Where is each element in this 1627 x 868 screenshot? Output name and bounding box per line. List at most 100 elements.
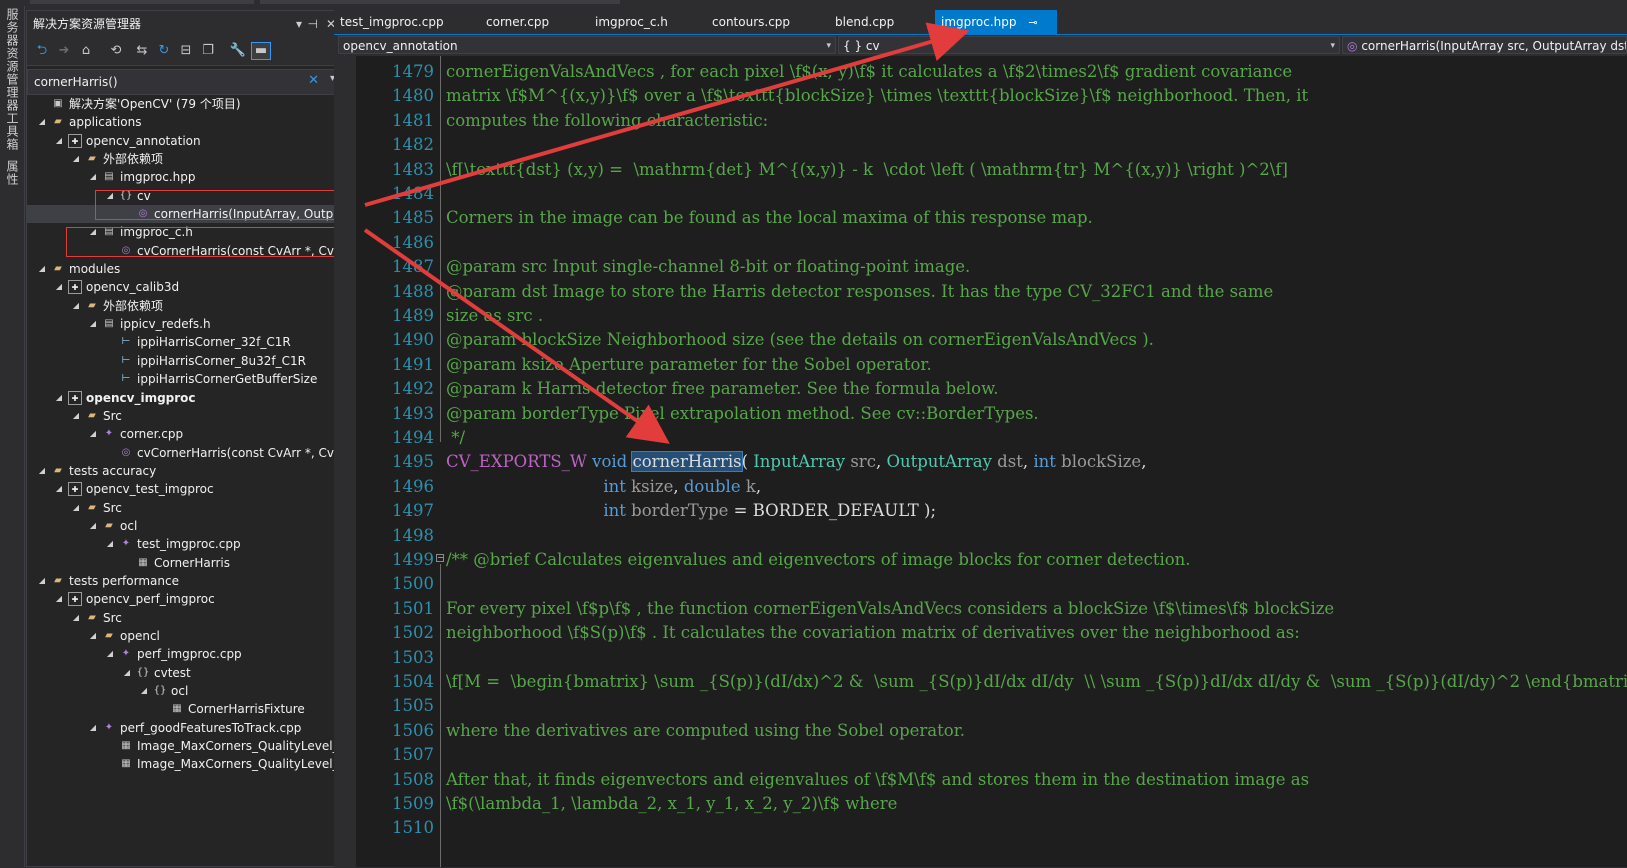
window-position-dropdown-icon[interactable]: ▾ bbox=[296, 11, 302, 37]
tree-item[interactable]: ▦ CornerHarris bbox=[27, 554, 344, 572]
tab-blend-cpp[interactable]: blend.cpp bbox=[835, 10, 894, 34]
collapse-all-icon[interactable]: ⊟ bbox=[177, 42, 195, 60]
expand-arrow-icon[interactable]: ◢ bbox=[88, 627, 98, 645]
expand-arrow-icon[interactable]: ◢ bbox=[88, 425, 98, 443]
tree-item[interactable]: ◢ ▰ Src bbox=[27, 499, 344, 517]
history-icon[interactable]: ⟲ bbox=[107, 42, 125, 60]
code-line: 1496 int ksize, double k, bbox=[334, 475, 1627, 499]
tab-test-imgproc-cpp[interactable]: test_imgproc.cpp bbox=[340, 10, 444, 34]
expand-arrow-icon[interactable]: ◢ bbox=[37, 462, 47, 480]
expand-arrow-icon[interactable]: ◢ bbox=[122, 664, 132, 682]
tree-item[interactable]: ▦ Image_MaxCorners_QualityLevel_MinDistan… bbox=[27, 755, 344, 773]
properties-icon[interactable]: 🔧 bbox=[229, 42, 247, 60]
tree-item[interactable]: ◢ ▰ tests performance bbox=[27, 572, 344, 590]
tree-item[interactable]: ⊢ ippiHarrisCorner_8u32f_C1R bbox=[27, 352, 344, 370]
side-tab-server-explorer[interactable]: 服务器资源管理器 bbox=[4, 8, 21, 112]
tree-item[interactable]: ◢ ▰ 外部依赖项 bbox=[27, 297, 344, 315]
tree-item[interactable]: ◢ ▤ ippicv_redefs.h bbox=[27, 315, 344, 333]
expand-arrow-icon[interactable]: ◢ bbox=[54, 132, 64, 150]
expand-arrow-icon[interactable]: ◢ bbox=[71, 297, 81, 315]
expand-arrow-icon[interactable]: ◢ bbox=[88, 719, 98, 737]
expand-arrow-icon[interactable]: ◢ bbox=[71, 499, 81, 517]
tree-item-label: ippiHarrisCorner_32f_C1R bbox=[137, 335, 291, 350]
tree-item[interactable]: ◢ ✦ perf_goodFeaturesToTrack.cpp bbox=[27, 719, 344, 737]
tree-item[interactable]: ◢ ✚ opencv_test_imgproc bbox=[27, 480, 344, 498]
tree-item[interactable]: ◢ ✦ test_imgproc.cpp bbox=[27, 535, 344, 553]
side-tab-properties[interactable]: 属性 bbox=[4, 160, 21, 186]
forward-icon[interactable]: ➜ bbox=[55, 42, 73, 60]
scope-dropdown[interactable]: { } cv ▾ bbox=[838, 36, 1340, 54]
refresh-icon[interactable]: ↻ bbox=[155, 42, 173, 60]
tree-item[interactable]: ⊢ ippiHarrisCorner_32f_C1R bbox=[27, 333, 344, 351]
tab-corner-cpp[interactable]: corner.cpp bbox=[486, 10, 549, 34]
code-line: 1508 After that, it finds eigenvectors an… bbox=[334, 768, 1627, 792]
tree-item[interactable]: ◢ ▰ modules bbox=[27, 260, 344, 278]
code-token: cornerEigenValsAndVecs , for each pixel … bbox=[446, 62, 1293, 81]
tree-item[interactable]: ◢ ▰ applications bbox=[27, 113, 344, 131]
tree-item[interactable]: ◢ {} ocl bbox=[27, 682, 344, 700]
expand-arrow-icon[interactable]: ◢ bbox=[88, 517, 98, 535]
tree-item[interactable]: ⊢ ippiHarrisCornerGetBufferSize bbox=[27, 370, 344, 388]
code-editor[interactable]: − 1479 cornerEigenValsAndVecs , for each … bbox=[334, 56, 1627, 867]
tree-item[interactable]: ◢ ✚ opencv_imgproc bbox=[27, 389, 344, 407]
line-number: 1509 bbox=[392, 794, 434, 813]
tree-item[interactable]: ◢ ✦ perf_imgproc.cpp bbox=[27, 645, 344, 663]
expand-arrow-icon[interactable]: ◢ bbox=[105, 535, 115, 553]
side-tab-toolbox[interactable]: 工具箱 bbox=[4, 112, 21, 151]
tree-item[interactable]: ◢ ▤ imgproc.hpp bbox=[27, 168, 344, 186]
expand-arrow-icon[interactable]: ◢ bbox=[139, 682, 149, 700]
expand-arrow-icon[interactable]: ◢ bbox=[37, 572, 47, 590]
tab-imgproc-hpp[interactable]: imgproc.hpp ⊸ ✕ bbox=[935, 10, 1057, 54]
tab-imgproc-c-h[interactable]: imgproc_c.h bbox=[595, 10, 668, 34]
tree-item[interactable]: ◢ ▰ Src bbox=[27, 609, 344, 627]
expand-arrow-icon[interactable]: ◢ bbox=[71, 407, 81, 425]
pin-tab-icon[interactable]: ⊸ bbox=[1028, 16, 1037, 29]
expand-arrow-icon[interactable]: ◢ bbox=[88, 168, 98, 186]
tree-item[interactable]: ◢ ▰ opencl bbox=[27, 627, 344, 645]
expand-arrow-icon[interactable]: ◢ bbox=[54, 278, 64, 296]
code-line: 1506 where the derivatives are computed u… bbox=[334, 719, 1627, 743]
preview-icon[interactable]: ▬ bbox=[251, 42, 271, 60]
tab-contours-cpp[interactable]: contours.cpp bbox=[712, 10, 790, 34]
expand-arrow-icon[interactable]: ◢ bbox=[105, 645, 115, 663]
highlighted-symbol[interactable]: cornerHarris bbox=[631, 451, 743, 473]
expand-arrow-icon[interactable]: ◢ bbox=[88, 315, 98, 333]
tree-item[interactable]: ▦ CornerHarrisFixture bbox=[27, 700, 344, 718]
back-icon[interactable]: ⮌ bbox=[33, 42, 51, 60]
tree-item[interactable]: ◎ cvCornerHarris(const CvArr *, CvArr *, … bbox=[27, 444, 344, 462]
tree-item[interactable]: ◢ ✚ opencv_annotation bbox=[27, 132, 344, 150]
expand-arrow-icon[interactable]: ◢ bbox=[54, 389, 64, 407]
show-all-files-icon[interactable]: ❐ bbox=[199, 42, 217, 60]
code-token: After that, it finds eigenvectors and ei… bbox=[446, 769, 1310, 789]
tree-item[interactable]: ◢ {} cvtest bbox=[27, 664, 344, 682]
cpp-file-icon: ✦ bbox=[104, 721, 114, 733]
function-icon: ◎ bbox=[1347, 39, 1358, 53]
expand-arrow-icon[interactable]: ◢ bbox=[37, 260, 47, 278]
expand-arrow-icon[interactable]: ◢ bbox=[37, 113, 47, 131]
expand-arrow-icon[interactable]: ◢ bbox=[71, 609, 81, 627]
expand-arrow-icon[interactable]: ◢ bbox=[71, 150, 81, 168]
expand-arrow-icon[interactable]: ◢ bbox=[54, 590, 64, 608]
sync-icon[interactable]: ⇆ bbox=[133, 42, 151, 60]
tree-item-label: ippicv_redefs.h bbox=[120, 317, 211, 332]
tree-item[interactable]: ▣ 解决方案'OpenCV' (79 个项目) bbox=[27, 95, 344, 113]
search-input[interactable] bbox=[30, 72, 306, 92]
tree-item[interactable]: ◢ ▰ Src bbox=[27, 407, 344, 425]
tree-item[interactable]: ◢ ▰ 外部依赖项 bbox=[27, 150, 344, 168]
tree-item[interactable]: ▦ Image_MaxCorners_QualityLevel_MinDistan… bbox=[27, 737, 344, 755]
code-token: \f[M = \begin{bmatrix} \sum _{S(p)}(dI/d… bbox=[446, 672, 1627, 691]
namespace-icon: {} bbox=[136, 666, 150, 678]
project-dropdown[interactable]: opencv_annotation ▾ bbox=[338, 36, 836, 54]
member-dropdown[interactable]: ◎ cornerHarris(InputArray src, OutputArr… bbox=[1342, 36, 1627, 54]
tree-item-label: imgproc.hpp bbox=[120, 170, 196, 185]
home-icon[interactable]: ⌂ bbox=[77, 42, 95, 60]
expand-arrow-icon[interactable]: ◢ bbox=[54, 480, 64, 498]
tree-item[interactable]: ◢ ✚ opencv_perf_imgproc bbox=[27, 590, 344, 608]
tree-item[interactable]: ◢ ✦ corner.cpp bbox=[27, 425, 344, 443]
tree-item[interactable]: ◢ ✚ opencv_calib3d bbox=[27, 278, 344, 296]
autohide-pin-icon[interactable]: ⊣ bbox=[308, 11, 318, 37]
tree-item[interactable]: ◢ ▰ tests accuracy bbox=[27, 462, 344, 480]
main-toolbar-edge bbox=[24, 0, 1627, 6]
tree-item[interactable]: ◢ ▰ ocl bbox=[27, 517, 344, 535]
clear-search-icon[interactable]: ✕ bbox=[308, 73, 319, 88]
